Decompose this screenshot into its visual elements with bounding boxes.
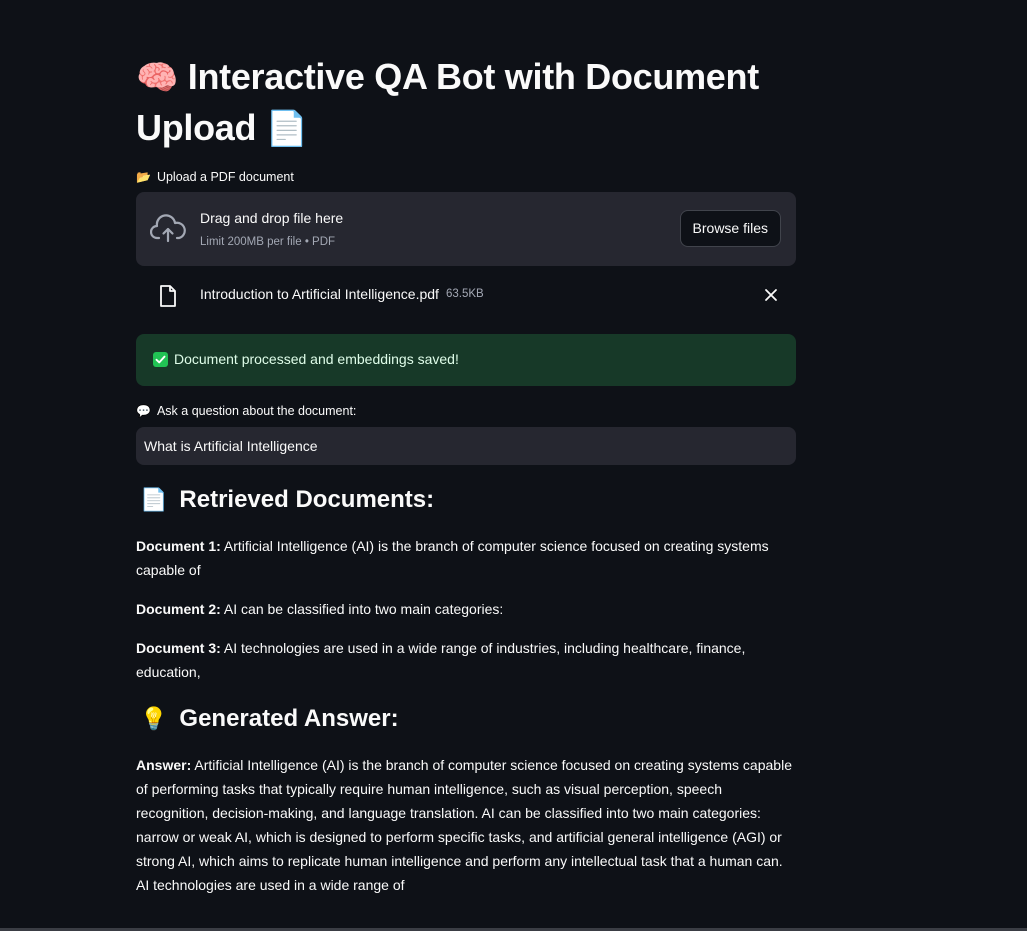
document-text: AI technologies are used in a wide range… (136, 640, 746, 680)
check-icon (153, 352, 168, 367)
retrieved-heading-text: Retrieved Documents: (179, 486, 435, 513)
answer-heading: 💡 Generated Answer: (140, 705, 399, 733)
upload-label: 📂 Upload a PDF document (136, 170, 294, 184)
dropzone-limit: Limit 200MB per file • PDF (200, 236, 336, 248)
question-label: 💬 Ask a question about the document: (136, 404, 356, 418)
page-title-text: Interactive QA Bot with Document Upload (136, 56, 759, 148)
answer-heading-text: Generated Answer: (179, 705, 399, 732)
page-title: 🧠 Interactive QA Bot with Document Uploa… (136, 52, 796, 154)
generated-answer: Answer: Artificial Intelligence (AI) is … (136, 753, 796, 897)
lightbulb-icon: 💡 (140, 706, 168, 731)
upload-label-text: Upload a PDF document (156, 170, 294, 184)
folder-icon: 📂 (136, 170, 151, 184)
document-label: Document 1: (136, 538, 221, 554)
uploaded-file-size: 63.5KB (446, 288, 484, 300)
file-icon (160, 285, 176, 307)
success-alert: Document processed and embeddings saved! (136, 334, 796, 386)
brain-icon: 🧠 (136, 59, 179, 97)
document-label: Document 2: (136, 601, 221, 617)
document-text: Artificial Intelligence (AI) is the bran… (136, 538, 769, 578)
browse-files-button[interactable]: Browse files (679, 210, 781, 247)
dropzone-title: Drag and drop file here (200, 210, 344, 226)
document-text: AI can be classified into two main categ… (220, 601, 504, 617)
retrieved-heading: 📄 Retrieved Documents: (140, 486, 434, 514)
answer-label: Answer: (136, 757, 192, 773)
question-label-text: Ask a question about the document: (156, 404, 357, 418)
uploaded-file-name: Introduction to Artificial Intelligence.… (200, 286, 439, 302)
document-icon: 📄 (140, 487, 168, 512)
document-label: Document 3: (136, 640, 221, 656)
close-icon[interactable] (764, 288, 778, 302)
question-input[interactable] (136, 427, 796, 465)
speech-bubble-icon: 💬 (136, 404, 151, 418)
retrieved-document: Document 1: Artificial Intelligence (AI)… (136, 534, 796, 582)
retrieved-document: Document 3: AI technologies are used in … (136, 636, 796, 684)
document-icon: 📄 (265, 110, 308, 148)
retrieved-document: Document 2: AI can be classified into tw… (136, 597, 796, 621)
answer-text: Artificial Intelligence (AI) is the bran… (136, 757, 792, 893)
file-dropzone[interactable]: Drag and drop file here Limit 200MB per … (136, 192, 796, 266)
success-message: Document processed and embeddings saved! (174, 351, 459, 367)
uploaded-file-row: Introduction to Artificial Intelligence.… (136, 276, 796, 316)
cloud-upload-icon (150, 214, 186, 243)
